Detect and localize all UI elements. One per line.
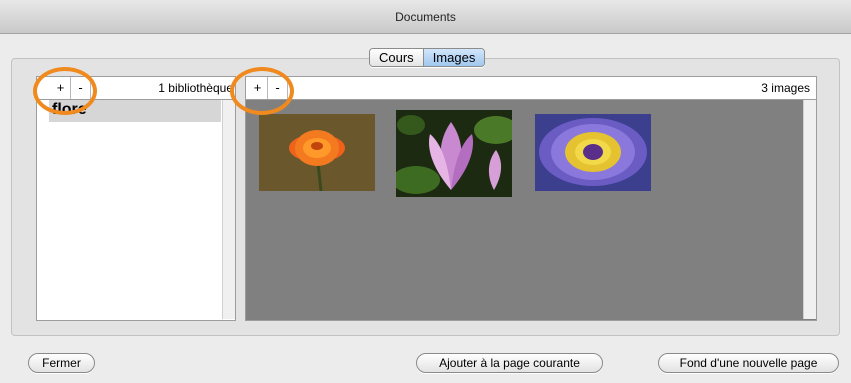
highlight-ring-image-add xyxy=(230,67,294,115)
magnolia-thumbnail[interactable] xyxy=(396,110,512,197)
library-count: 1 bibliothèque xyxy=(158,81,233,95)
documents-window: Documents Cours Images + - 1 bibliothèqu… xyxy=(0,0,851,383)
image-grid xyxy=(245,100,817,321)
highlight-ring-library-add xyxy=(33,67,97,115)
waterlily-thumbnail[interactable] xyxy=(535,114,651,191)
tab-cours[interactable]: Cours xyxy=(370,49,423,66)
new-page-background-button[interactable]: Fond d'une nouvelle page xyxy=(658,353,839,373)
add-to-current-page-button[interactable]: Ajouter à la page courante xyxy=(416,353,603,373)
images-count: 3 images xyxy=(761,81,810,95)
library-scrollbar[interactable] xyxy=(222,100,235,319)
library-list: flore xyxy=(36,100,236,321)
view-segmented-control: Cours Images xyxy=(369,48,486,67)
images-scrollbar[interactable] xyxy=(803,100,816,319)
tab-images[interactable]: Images xyxy=(422,49,485,66)
close-button[interactable]: Fermer xyxy=(28,353,95,373)
orange-flower-thumbnail[interactable] xyxy=(259,114,375,191)
images-panel: + - 3 images xyxy=(245,76,817,321)
images-toolbar: + - 3 images xyxy=(245,76,817,100)
window-title: Documents xyxy=(0,0,851,34)
